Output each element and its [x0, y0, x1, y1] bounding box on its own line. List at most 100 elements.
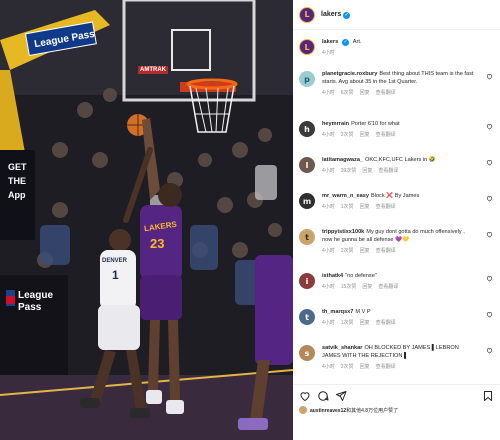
reply-button[interactable]: 回复 [360, 131, 370, 138]
author-avatar[interactable]: L [299, 6, 315, 23]
translate-button[interactable]: 查看翻译 [376, 363, 396, 370]
share-icon[interactable] [335, 390, 347, 402]
reply-button[interactable]: 回复 [362, 283, 372, 290]
commenter-avatar[interactable]: h [299, 121, 315, 137]
commenter-avatar[interactable]: p [299, 71, 315, 87]
side-banner-line: THE [8, 176, 26, 186]
verified-icon: ✓ [342, 39, 350, 46]
comment-text: Porter 6'10 for what [351, 121, 400, 127]
comment-likes[interactable]: 2次赞 [341, 247, 354, 254]
commenter-avatar[interactable]: s [299, 345, 315, 361]
comment-item: s satvik_shankar OH BLOCKED BY JAMES ▌LEB… [299, 344, 495, 370]
comment-item: l latitamagwaza_ OKC,KFC,UFC Lakers in 🤣 … [299, 156, 495, 174]
comment-time: 4小时 [322, 204, 335, 210]
heart-icon[interactable] [299, 390, 311, 402]
comment-time: 4小时 [322, 90, 335, 96]
comment-likes[interactable]: 2次赞 [341, 363, 354, 370]
commenter-avatar[interactable]: m [299, 193, 315, 209]
post-caption: L lakers ✓ Art. 4小时 [299, 38, 495, 56]
side-banner-line: GET [8, 162, 27, 172]
reply-button[interactable]: 回复 [360, 319, 370, 326]
translate-button[interactable]: 查看翻译 [378, 167, 398, 174]
comment-time: 4小时 [322, 364, 335, 370]
comment-likes[interactable]: 1次赞 [341, 203, 354, 210]
comment-item: t th_marqsx7 M V P 4小时 1次赞 回复 查看翻译 [299, 308, 495, 326]
translate-button[interactable]: 查看翻译 [378, 283, 398, 290]
comment-likes[interactable]: 1次赞 [341, 319, 354, 326]
comment-item: p planetgracie.roxbury Best thing about T… [299, 70, 495, 96]
comments-list[interactable]: L lakers ✓ Art. 4小时 p planetgracie.roxbur… [293, 32, 500, 378]
comment-likes[interactable]: 15次赞 [341, 283, 357, 290]
comment-time: 4小时 [322, 168, 335, 174]
translate-button[interactable]: 查看翻译 [376, 131, 396, 138]
liked-by-avatar [299, 406, 307, 414]
reply-button[interactable]: 回复 [362, 167, 372, 174]
comment-heart-icon[interactable] [486, 123, 493, 130]
comment-text: "no defense" [345, 273, 377, 279]
commenter-avatar[interactable]: t [299, 309, 315, 325]
comment-time: 4小时 [322, 320, 335, 326]
comment-heart-icon[interactable] [486, 159, 493, 166]
post-side-panel: L lakers ✓ L lakers ✓ Art. 4小时 p planetg… [293, 0, 500, 440]
caption-avatar[interactable]: L [299, 39, 315, 55]
comment-username[interactable]: planetgracie.roxbury [322, 71, 377, 77]
likes-summary[interactable]: austinreaves12和其他4.8万位用户赞了 [299, 406, 398, 414]
comment-item: i isthatk4 "no defense" 4小时 15次赞 回复 查看翻译 [299, 272, 495, 290]
bookmark-icon[interactable] [482, 390, 494, 402]
comment-username[interactable]: heymrrain [322, 121, 349, 127]
post-photo[interactable]: League Pass GET THE App League Pass LAKE… [0, 0, 293, 440]
comment-heart-icon[interactable] [486, 311, 493, 318]
comment-likes[interactable]: 39次赞 [341, 167, 357, 174]
comment-username[interactable]: th_marqsx7 [322, 309, 353, 315]
translate-button[interactable]: 查看翻译 [376, 89, 396, 96]
comment-username[interactable]: isthatk4 [322, 273, 343, 279]
comment-likes[interactable]: 2次赞 [341, 131, 354, 138]
likes-summary-text: 和其他4.8万位用户赞了 [346, 408, 399, 414]
comment-heart-icon[interactable] [486, 195, 493, 202]
verified-icon: ✓ [343, 11, 351, 19]
translate-button[interactable]: 查看翻译 [376, 247, 396, 254]
comment-text: OKC,KFC,UFC Lakers in 🤣 [365, 157, 436, 163]
side-banner-line: App [8, 190, 26, 200]
comment-text: M V P [355, 309, 371, 315]
arena-board-text: AMTRAK [138, 66, 168, 74]
reply-button[interactable]: 回复 [360, 89, 370, 96]
side-banner: GET THE App [8, 160, 27, 202]
comment-username[interactable]: mr_warm_n_easy [322, 193, 369, 199]
translate-button[interactable]: 查看翻译 [376, 319, 396, 326]
bottom-league-pass-text: League Pass [18, 290, 54, 313]
author-username[interactable]: lakers ✓ [321, 11, 351, 19]
comment-icon[interactable] [317, 390, 329, 402]
comment-time: 4小时 [322, 248, 335, 254]
post-action-bar [293, 384, 500, 404]
reply-button[interactable]: 回复 [360, 247, 370, 254]
comment-likes[interactable]: 6次赞 [341, 89, 354, 96]
caption-username[interactable]: lakers [322, 39, 338, 45]
caption-time: 4小时 [322, 50, 335, 56]
comment-item: h heymrrain Porter 6'10 for what 4小时 2次赞 … [299, 120, 495, 138]
lakers-jersey-number: 23 [150, 236, 165, 251]
comment-heart-icon[interactable] [486, 347, 493, 354]
comment-time: 4小时 [322, 132, 335, 138]
instagram-post-view: League Pass GET THE App League Pass LAKE… [0, 0, 500, 440]
comment-username[interactable]: latitamagwaza_ [322, 157, 363, 163]
reply-button[interactable]: 回复 [360, 363, 370, 370]
caption-text: Art. [352, 39, 362, 45]
comment-text: Block ❌ By James [370, 193, 420, 199]
denver-jersey-text: DENVER [102, 258, 128, 264]
denver-jersey-number: 1 [112, 268, 119, 282]
commenter-avatar[interactable]: t [299, 229, 315, 245]
comment-heart-icon[interactable] [486, 231, 493, 238]
commenter-avatar[interactable]: l [299, 157, 315, 173]
comment-username[interactable]: satvik_shankar [322, 345, 362, 351]
commenter-avatar[interactable]: i [299, 273, 315, 289]
comment-item: t trippyistixx100k My guy dont gotta do m… [299, 228, 495, 254]
comment-heart-icon[interactable] [486, 73, 493, 80]
comment-heart-icon[interactable] [486, 275, 493, 282]
author-username-text[interactable]: lakers [321, 11, 341, 18]
post-header: L lakers ✓ [293, 0, 500, 30]
translate-button[interactable]: 查看翻译 [376, 203, 396, 210]
reply-button[interactable]: 回复 [360, 203, 370, 210]
liked-by-username[interactable]: austinreaves12 [310, 408, 346, 414]
comment-username[interactable]: trippyistixx100k [322, 229, 364, 235]
